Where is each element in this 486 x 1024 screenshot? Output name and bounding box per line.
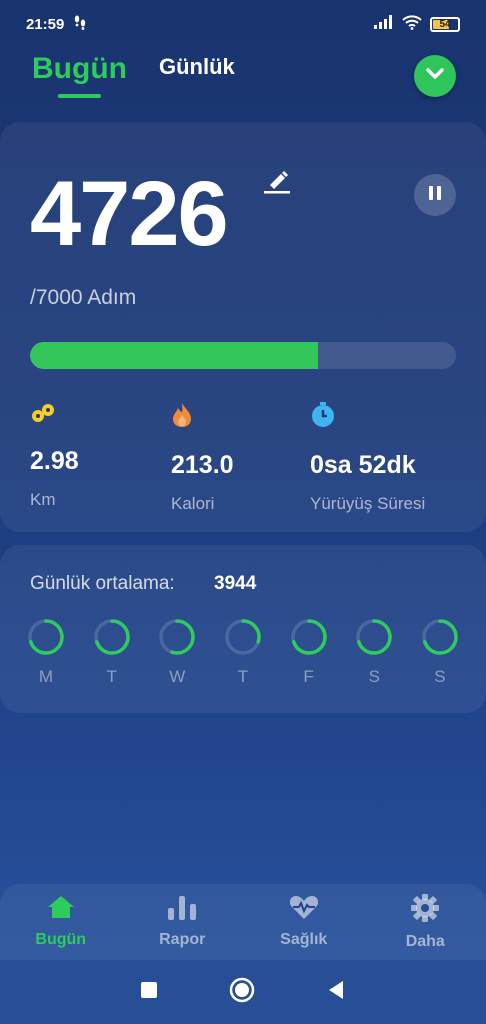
day-item[interactable]: S [354, 617, 394, 687]
pause-button[interactable] [414, 174, 456, 216]
footsteps-icon [74, 14, 86, 34]
calories-label: Kalori [171, 494, 215, 513]
heart-pulse-icon [289, 894, 319, 925]
day-label: T [106, 667, 117, 686]
back-button[interactable] [327, 980, 345, 1005]
edit-icon[interactable] [264, 168, 290, 199]
day-label: M [38, 667, 54, 686]
day-item[interactable]: W [157, 617, 197, 687]
stat-duration: 0sa 52dk Yürüyüş Süresi [310, 402, 425, 514]
distance-label: Km [30, 490, 56, 509]
day-item[interactable]: M [26, 617, 66, 687]
steps-card: 4726 /7000 Adım 2.98 Km 213.0 Kalori 0sa… [0, 122, 486, 532]
recent-apps-button[interactable] [141, 981, 157, 1003]
distance-icon [30, 404, 56, 428]
day-label: S [434, 667, 446, 686]
daily-average-label: Günlük ortalama: [30, 573, 175, 594]
day-label: F [303, 667, 314, 686]
bar-chart-icon [167, 894, 197, 925]
day-label: W [169, 667, 186, 686]
wifi-icon [402, 14, 422, 34]
day-item[interactable]: T [223, 617, 263, 687]
day-progress-ring [93, 619, 130, 655]
calories-value: 213.0 [171, 451, 234, 479]
home-icon [47, 894, 75, 925]
tab-gunluk[interactable]: Günlük [159, 54, 235, 80]
nav-item-saglik[interactable]: Sağlık [254, 894, 354, 960]
stat-calories: 213.0 Kalori [171, 402, 234, 514]
dropdown-button[interactable] [414, 55, 456, 97]
day-item[interactable]: F [289, 617, 329, 687]
day-progress-ring [422, 619, 458, 655]
system-nav-bar [0, 960, 486, 1024]
step-progress-bar [30, 342, 456, 369]
status-bar: 21:59 54 [0, 0, 486, 48]
battery-level: 54 [439, 18, 451, 30]
bottom-nav: Bugün Rapor Sağlık Daha [0, 884, 486, 960]
top-tabs: Bugün Günlük [32, 52, 235, 98]
pause-icon [428, 185, 442, 206]
nav-item-daha[interactable]: Daha [375, 894, 475, 960]
day-progress-ring [159, 619, 196, 655]
home-button[interactable] [229, 977, 255, 1008]
nav-label-bugun: Bugün [35, 931, 87, 948]
day-item[interactable]: S [420, 617, 460, 687]
duration-value: 0sa 52dk [310, 451, 416, 479]
nav-item-bugun[interactable]: Bugün [11, 894, 111, 960]
weekly-card: Günlük ortalama: 3944 M T W T F S S [0, 545, 486, 713]
day-progress-ring [28, 619, 64, 655]
stat-distance: 2.98 Km [30, 402, 79, 510]
stopwatch-icon [310, 402, 336, 432]
distance-value: 2.98 [30, 447, 79, 475]
battery-icon: 54 [430, 16, 460, 32]
day-item[interactable]: T [92, 617, 132, 687]
week-days: MTWTFSS [26, 617, 460, 687]
tab-bugun[interactable]: Bugün [32, 52, 127, 98]
flame-icon [171, 403, 193, 432]
chevron-down-icon [425, 67, 445, 86]
signal-icon [374, 15, 394, 33]
nav-label-saglik: Sağlık [280, 931, 328, 948]
status-time: 21:59 [26, 15, 65, 33]
gear-icon [411, 894, 440, 927]
daily-average-value: 3944 [214, 573, 257, 594]
step-count: 4726 [30, 163, 229, 265]
nav-label-rapor: Rapor [159, 931, 206, 948]
nav-item-rapor[interactable]: Rapor [132, 894, 232, 960]
day-progress-ring [290, 619, 327, 655]
day-label: T [237, 667, 249, 686]
day-progress-ring [356, 619, 393, 655]
day-progress-ring [225, 619, 261, 655]
step-goal: /7000 Adım [30, 286, 137, 309]
nav-label-daha: Daha [405, 933, 445, 950]
duration-label: Yürüyüş Süresi [310, 494, 426, 513]
day-label: S [368, 667, 380, 686]
step-progress-fill [30, 342, 318, 369]
